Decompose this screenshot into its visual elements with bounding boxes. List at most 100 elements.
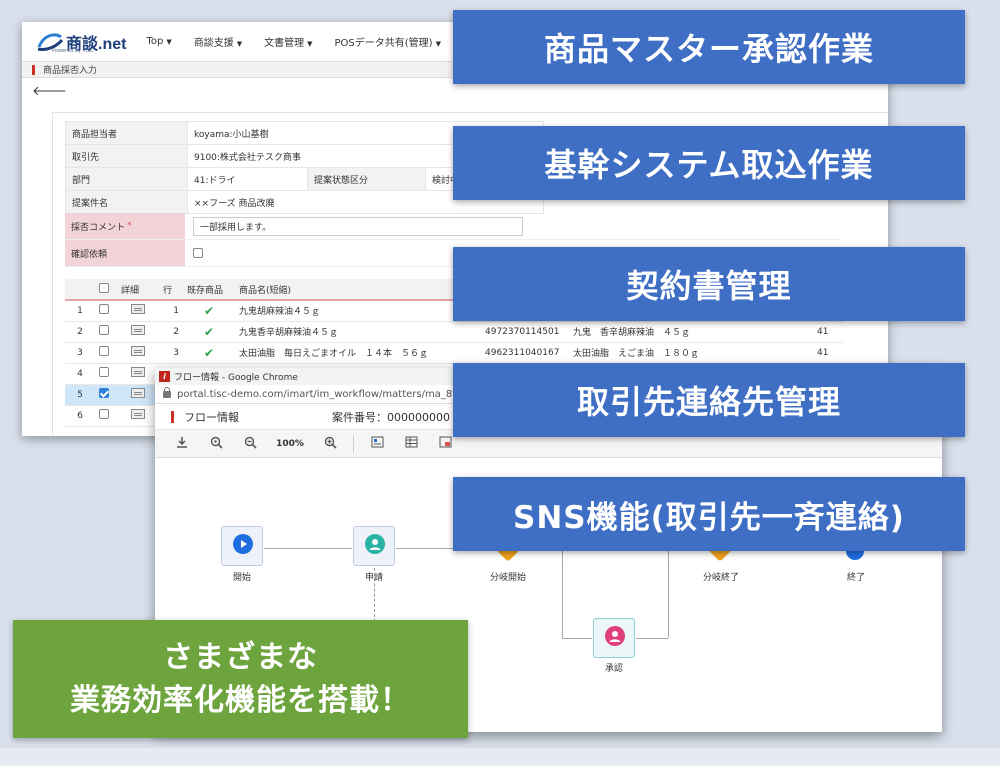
detail-button	[117, 300, 159, 322]
row-checkbox	[95, 321, 117, 343]
col-detail: 詳細	[117, 279, 159, 301]
product-name: 九鬼胡麻辣油４５ｇ	[235, 300, 481, 322]
banner-product-master: 商品マスター承認作業	[453, 10, 965, 84]
col-existing: 既存商品	[183, 279, 235, 301]
promo-banner: さまざまな 業務効率化機能を搭載！	[13, 620, 468, 738]
nav-pos-data[interactable]: POSデータ共有(管理) ▼	[335, 34, 441, 49]
detail-icon[interactable]	[131, 367, 145, 377]
back-arrow-icon[interactable]: 🡐	[32, 83, 67, 99]
col-no	[65, 279, 95, 301]
flow-node-label: 開始	[232, 573, 251, 583]
flow-edge	[264, 548, 352, 549]
zoom-fit-icon[interactable]	[199, 436, 233, 452]
play-icon	[233, 534, 253, 554]
product-name: 九鬼香辛胡麻辣油４５ｇ	[235, 321, 481, 343]
row-number: 3	[65, 342, 95, 364]
row-checkbox[interactable]	[99, 304, 109, 315]
flow-node-label: 申請	[364, 573, 383, 583]
col-product-name: 商品名(短縮)	[235, 279, 481, 301]
caret-down-icon: ▼	[307, 40, 313, 48]
product-name-2: 太田油脂 えごま油 １８０ｇ	[569, 342, 813, 364]
nav-sales-support[interactable]: 商談支援 ▼	[194, 34, 242, 49]
flow-node-label: 終了	[846, 573, 865, 583]
detail-button	[117, 405, 159, 427]
row-checkbox[interactable]	[99, 346, 109, 356]
field-label: 提案状態区分	[307, 167, 426, 191]
zoom-in-icon[interactable]	[313, 436, 347, 452]
chrome-title: フロー情報 - Google Chrome	[174, 373, 298, 383]
row-checkbox	[95, 363, 117, 385]
title-marker	[171, 410, 174, 423]
banner-core-system: 基幹システム取込作業	[453, 126, 965, 200]
row-checkbox	[95, 384, 117, 406]
field-value: 41:ドライ	[187, 167, 308, 191]
field-label: 取引先	[65, 144, 188, 168]
row-checkbox[interactable]	[99, 325, 109, 335]
flow-edge	[562, 548, 563, 638]
row-line: 2	[159, 321, 183, 343]
detail-button	[117, 342, 159, 364]
user-icon	[605, 626, 625, 646]
product-name-2: 九鬼 香辛胡麻辣油 ４５ｇ	[569, 321, 813, 343]
checkmark-icon: ✔	[203, 324, 215, 339]
comment-row: 採否コメント * 一部採用します。	[65, 213, 841, 240]
table-row[interactable]: 3 3 ✔ 太田油脂 毎日えごまオイル １４本 ５６ｇ 4962311040167 太田油…	[65, 342, 843, 364]
caret-down-icon: ▼	[435, 40, 441, 48]
flow-edge	[636, 638, 668, 639]
row-number: 4	[65, 363, 95, 385]
dept-code: 41	[813, 321, 843, 343]
page-title: 商品採否入力	[43, 66, 98, 76]
case-number: 案件番号：000000000	[332, 410, 450, 424]
row-checkbox	[95, 342, 117, 364]
flow-node-approve[interactable]	[593, 618, 635, 658]
banner-contract: 契約書管理	[453, 247, 965, 321]
table-view-icon[interactable]	[394, 436, 428, 451]
detail-icon[interactable]	[131, 304, 145, 315]
promo-line-2: 業務効率化機能を搭載！	[70, 683, 411, 718]
detail-icon[interactable]	[131, 388, 145, 398]
zoom-out-icon[interactable]	[233, 436, 267, 452]
confirm-checkbox[interactable]	[193, 248, 203, 258]
detail-icon[interactable]	[131, 346, 145, 356]
required-mark: *	[127, 221, 132, 231]
caret-down-icon: ▼	[236, 40, 243, 48]
row-line: 3	[159, 342, 183, 364]
row-line: 1	[159, 300, 183, 322]
flow-edge	[562, 638, 592, 639]
jan-code: 4972370114501	[481, 321, 569, 343]
checkmark-icon: ✔	[203, 345, 215, 360]
flow-node-label: 承認	[604, 664, 623, 674]
nav-top[interactable]: Top ▼	[146, 36, 171, 47]
detail-icon[interactable]	[131, 409, 145, 419]
field-label: 部門	[65, 167, 188, 191]
flow-node-apply[interactable]	[353, 526, 395, 566]
history-view-icon[interactable]	[428, 436, 462, 451]
app-favicon-icon: i	[159, 371, 170, 382]
logo-subtext: Powered by TISC	[52, 48, 94, 54]
app-logo[interactable]: 商談.net Powered by TISC	[36, 30, 126, 54]
flow-node-start[interactable]	[221, 526, 263, 566]
row-checkbox[interactable]	[99, 367, 109, 377]
product-name: 太田油脂 毎日えごまオイル １４本 ５６ｇ	[235, 342, 481, 364]
properties-icon[interactable]	[360, 436, 394, 451]
row-checkbox[interactable]	[99, 409, 109, 419]
detail-icon[interactable]	[131, 325, 145, 335]
existing-flag: ✔	[183, 300, 235, 322]
checkmark-icon: ✔	[203, 303, 215, 318]
promo-line-1: さまざまな	[163, 639, 318, 675]
banner-sns: SNS機能(取引先一斉連絡)	[453, 477, 965, 551]
detail-button	[117, 384, 159, 406]
table-row[interactable]: 2 2 ✔ 九鬼香辛胡麻辣油４５ｇ 4972370114501 九鬼 香辛胡麻辣油 ４５ｇ…	[65, 321, 843, 343]
row-checkbox[interactable]	[99, 388, 109, 398]
download-icon[interactable]	[165, 436, 199, 451]
flow-edge	[668, 548, 669, 638]
comment-input[interactable]: 一部採用します。	[193, 216, 523, 236]
existing-flag: ✔	[183, 321, 235, 343]
nav-document[interactable]: 文書管理 ▼	[264, 34, 312, 49]
col-select	[95, 279, 117, 301]
comment-label: 採否コメント *	[65, 213, 185, 239]
field-label: 商品担当者	[65, 121, 188, 145]
select-all-checkbox[interactable]	[99, 282, 109, 293]
row-checkbox	[95, 405, 117, 427]
flow-node-label: 分岐開始	[489, 573, 526, 583]
